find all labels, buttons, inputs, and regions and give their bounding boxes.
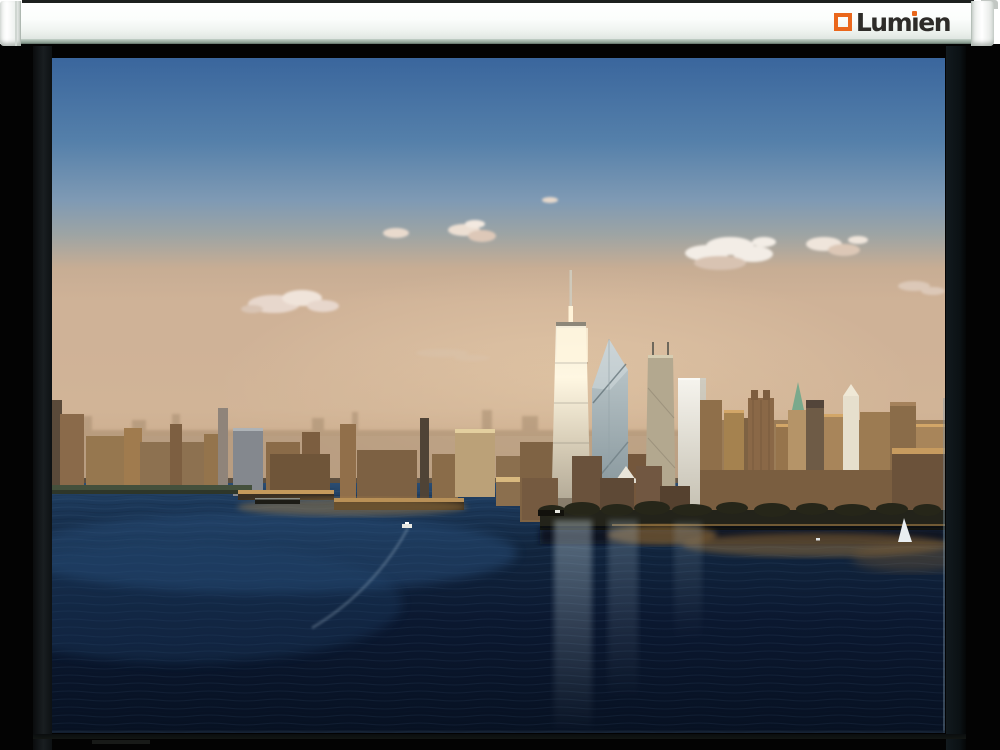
projected-image <box>52 58 945 733</box>
logo-letter-i: ı <box>911 10 918 35</box>
frame-bevel-right <box>946 46 966 750</box>
frame-bevel-left <box>33 46 52 750</box>
motorboat <box>402 524 412 528</box>
logo-text-end: en <box>918 10 950 35</box>
endcap-seam <box>15 1 17 46</box>
bottom-frame-marking <box>92 740 150 744</box>
logo-square-icon <box>834 13 852 31</box>
logo-wordmark: Lumıen <box>856 10 950 35</box>
thin-dark-tower <box>420 418 429 498</box>
thin-gray-tower <box>218 408 228 494</box>
lumien-logo: Lumıen <box>834 9 950 35</box>
casing-endcap-left <box>0 1 21 46</box>
frame-bevel-bottom <box>33 734 966 739</box>
casing-bottom-edge <box>8 39 987 44</box>
logo-text-start: Lum <box>856 10 911 35</box>
casing-endcap-right <box>971 1 994 46</box>
cloud-small-center-left <box>383 228 409 238</box>
image-bottom-edge <box>52 731 945 734</box>
cloud-tiny <box>542 197 558 203</box>
skyline-scene <box>52 58 945 733</box>
barge-center <box>538 510 564 516</box>
screen-casing: Lumıen <box>0 0 1000 47</box>
glass-slab-tower <box>455 429 495 497</box>
product-photo-lumien-screen: Lumıen <box>0 0 1000 750</box>
tower-reflection-streak <box>554 520 592 733</box>
image-right-edge-glint <box>943 398 945 733</box>
small-boat-speck <box>816 538 820 541</box>
